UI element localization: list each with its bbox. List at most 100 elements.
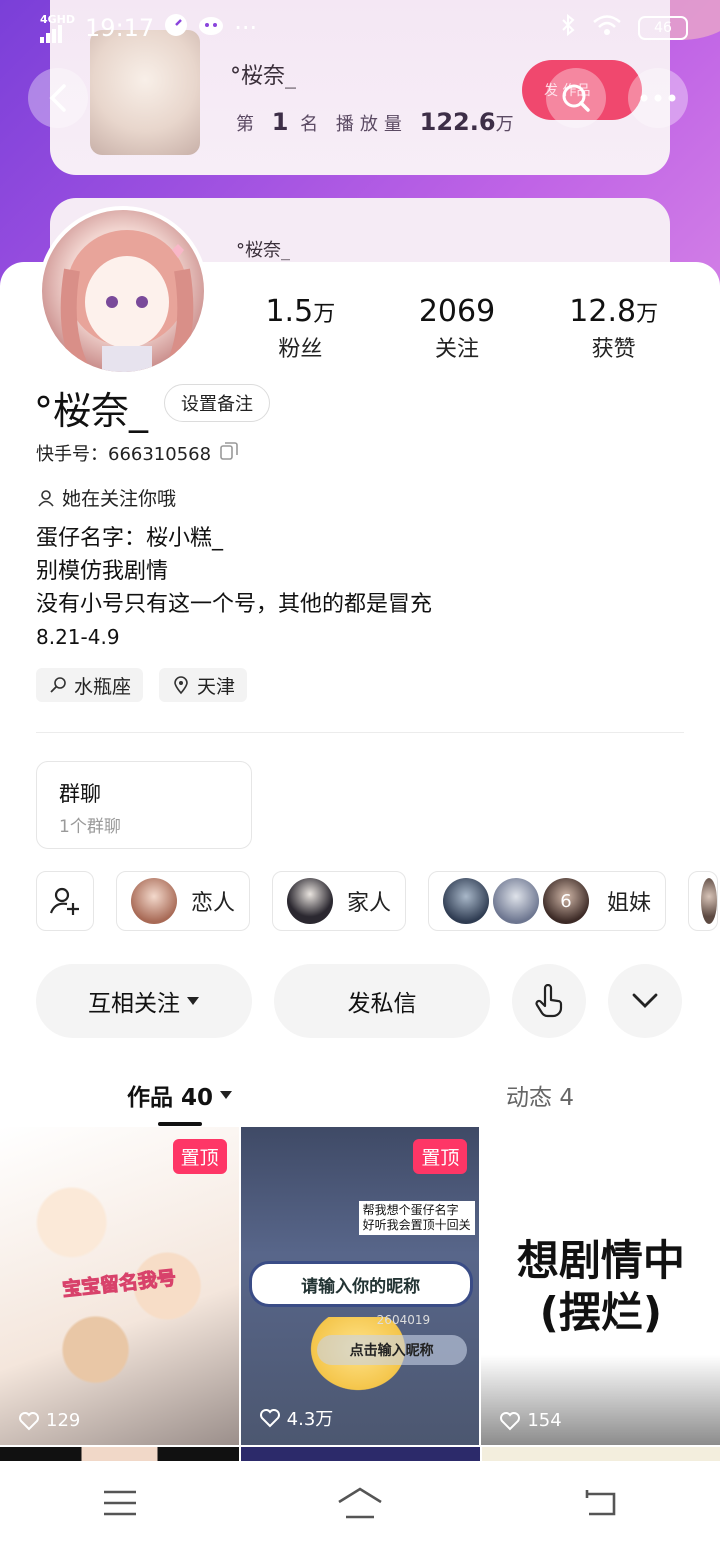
mutual-follow-label: 互相关注 [88, 991, 180, 1017]
followers-unit: 万 [313, 302, 336, 327]
copy-icon[interactable] [219, 441, 239, 466]
tab-works[interactable]: 作品 40 [0, 1064, 360, 1126]
likes-stat[interactable]: 12.8万 获赞 [535, 294, 692, 363]
video-thumbnail-partial[interactable] [0, 1447, 239, 1461]
rank-prefix: 第 [236, 114, 260, 135]
back-arrow-icon [49, 84, 66, 112]
banner-name: °桜奈_ [230, 64, 297, 89]
following-stat[interactable]: 2069 关注 [379, 294, 536, 363]
relationship-more[interactable] [688, 871, 719, 931]
network-type: 4GHD [40, 12, 76, 26]
video-thumbnail[interactable]: 置顶 帮我想个蛋仔名字 好听我会置顶十回关 请输入你的昵称 2604019 点击… [240, 1127, 480, 1445]
likes-unit: 万 [636, 302, 659, 327]
relationship-sisters[interactable]: 6 姐妹 [428, 871, 667, 931]
clock: 19:17 [85, 14, 155, 42]
video-likes: 154 [499, 1410, 562, 1431]
sister-avatar: 6 [543, 878, 590, 924]
video-thumbnail-partial[interactable] [482, 1447, 720, 1461]
video-note: 帮我想个蛋仔名字 好听我会置顶十回关 [358, 1201, 475, 1235]
search-icon [562, 84, 590, 112]
secondary-banner-name: °桜奈_ [236, 240, 290, 261]
back-nav-button[interactable] [570, 1473, 630, 1533]
more-button[interactable] [628, 68, 688, 128]
home-button[interactable] [330, 1473, 390, 1533]
family-avatar [287, 878, 334, 924]
video-thumbnail[interactable]: 置顶 宝宝留名我号 129 [0, 1127, 239, 1445]
sisters-count-badge: 6 [560, 890, 572, 912]
tab-moments[interactable]: 动态 4 [360, 1064, 720, 1126]
video-thumbnail-partial[interactable] [241, 1447, 480, 1461]
more-dots-icon [640, 94, 676, 102]
play-count-unit: 万 [495, 114, 520, 135]
more-relationship-avatar [701, 878, 718, 924]
tap-hand-icon [535, 984, 563, 1018]
tab-works-label: 作品 40 [126, 1085, 213, 1111]
video-thumbnail[interactable]: 想剧情中 (摆烂) 154 [481, 1127, 720, 1445]
profile-actions: 互相关注 发私信 [36, 964, 682, 1038]
followers-stat[interactable]: 1.5万 粉丝 [222, 294, 379, 363]
speed-icon [164, 13, 188, 43]
content-tabs: 作品 40 动态 4 [0, 1064, 720, 1126]
play-count: 122.6 [419, 108, 496, 136]
group-chat-count: 1个群聊 [59, 817, 121, 837]
banner-rank: 第 1 名 播放量 122.6万 [236, 108, 520, 136]
bio-line: 没有小号只有这一个号，其他的都是冒充 [36, 592, 433, 617]
likes-label: 获赞 [591, 337, 636, 362]
zodiac-label: 水瓶座 [74, 675, 132, 698]
expand-button[interactable] [608, 964, 682, 1038]
video-caption: 宝宝留名我号 [61, 1267, 178, 1302]
tab-moments-label: 动态 4 [506, 1085, 574, 1111]
section-divider [36, 732, 684, 733]
video-likes: 4.3万 [259, 1405, 334, 1431]
avatar-illustration [60, 230, 194, 372]
video-button-graphic: 点击输入昵称 [316, 1335, 467, 1365]
location-pin-icon [174, 676, 188, 695]
likes-count: 12.8 [569, 294, 637, 329]
location-label: 天津 [197, 675, 236, 698]
followers-count: 1.5 [265, 294, 314, 329]
profile-tags: 水瓶座 天津 [36, 668, 248, 702]
zodiac-tag[interactable]: 水瓶座 [36, 668, 144, 702]
follows-you-text: 她在关注你哦 [62, 488, 177, 510]
video-title-text: 想剧情中 (摆烂) [481, 1235, 720, 1339]
relationship-family[interactable]: 家人 [272, 871, 407, 931]
pinned-badge: 置顶 [172, 1139, 227, 1174]
video-partial-code: 2604019 [376, 1313, 431, 1327]
caret-down-icon [220, 1091, 232, 1099]
menu-button[interactable] [90, 1473, 150, 1533]
search-button[interactable] [546, 68, 606, 128]
add-relationship-button[interactable] [36, 871, 94, 931]
heart-icon [500, 1411, 521, 1430]
back-button[interactable] [28, 68, 88, 128]
pinned-badge: 置顶 [413, 1139, 468, 1174]
menu-icon [104, 1490, 136, 1515]
return-icon [585, 1489, 616, 1515]
note-line: 好听我会置顶十回关 [362, 1218, 471, 1232]
poke-button[interactable] [512, 964, 586, 1038]
add-person-icon [49, 887, 79, 915]
mutual-follow-button[interactable]: 互相关注 [36, 964, 252, 1038]
video-likes: 129 [18, 1410, 80, 1431]
likes-count: 154 [527, 1410, 562, 1431]
relationship-label: 家人 [347, 891, 392, 916]
sister-avatar [493, 878, 540, 924]
profile-stats: 1.5万 粉丝 2069 关注 12.8万 获赞 [222, 294, 692, 363]
relationship-lover[interactable]: 恋人 [116, 871, 251, 931]
profile-bio: 蛋仔名字：桜小糕_ 别模仿我剧情 没有小号只有这一个号，其他的都是冒充 8.21… [36, 522, 432, 654]
send-message-button[interactable]: 发私信 [274, 964, 490, 1038]
rank-middle: 名 播放量 [300, 114, 408, 135]
home-icon [338, 1486, 382, 1518]
chevron-down-icon [632, 993, 658, 1008]
set-remark-button[interactable]: 设置备注 [164, 384, 270, 422]
relationship-label: 恋人 [191, 891, 236, 916]
following-count: 2069 [418, 294, 496, 329]
bio-line: 8.21-4.9 [36, 625, 120, 649]
relationship-row: 恋人 家人 6 姐妹 [36, 871, 719, 931]
location-tag[interactable]: 天津 [159, 668, 248, 702]
group-chat-card[interactable]: 群聊 1个群聊 [36, 761, 252, 849]
bio-line: 别模仿我剧情 [36, 559, 169, 584]
profile-avatar[interactable] [38, 206, 208, 376]
send-message-label: 发私信 [347, 991, 417, 1017]
likes-count: 4.3万 [286, 1409, 334, 1430]
lover-avatar [131, 878, 177, 924]
